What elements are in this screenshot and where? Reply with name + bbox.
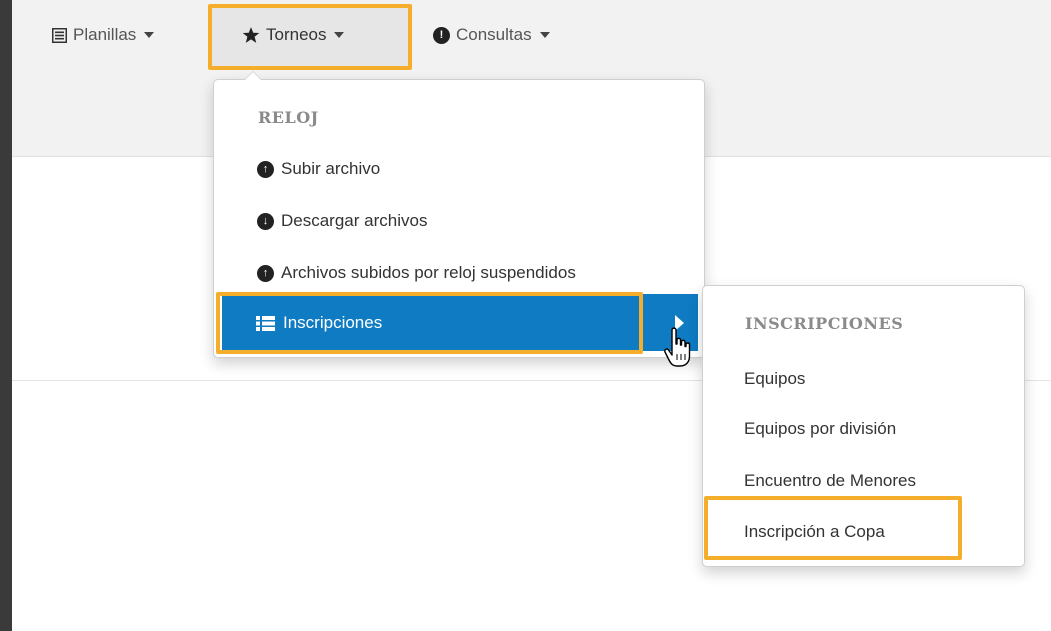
download-circle-icon: ↓ [257, 212, 274, 230]
menu-item-label: Subir archivo [281, 159, 381, 178]
menu-item-subir-archivo[interactable]: ↑ Subir archivo [257, 154, 380, 184]
dropdown-section-header: RELOJ [258, 108, 319, 127]
star-icon [242, 27, 260, 43]
submenu-item-encuentro-de-menores[interactable]: Encuentro de Menores [744, 466, 916, 496]
torneos-dropdown-menu: RELOJ ↑ Subir archivo ↓ Descargar archiv… [213, 71, 705, 358]
submenu-item-equipos[interactable]: Equipos [744, 364, 805, 394]
nav-consultas[interactable]: ! Consultas [433, 20, 550, 50]
nav-torneos-label: Torneos [266, 25, 327, 44]
submenu-item-inscripcion-a-copa[interactable]: Inscripción a Copa [744, 517, 885, 547]
nav-consultas-label: Consultas [456, 25, 532, 44]
chevron-down-icon [539, 32, 550, 38]
upload-circle-icon: ↑ [257, 160, 274, 178]
chevron-right-icon [675, 315, 684, 331]
menu-item-descargar-archivos[interactable]: ↓ Descargar archivos [257, 206, 427, 236]
menu-item-label: Descargar archivos [281, 211, 428, 230]
nav-torneos[interactable]: Torneos [242, 20, 345, 50]
nav-planillas-label: Planillas [73, 25, 137, 44]
menu-item-inscripciones[interactable]: Inscripciones [222, 294, 698, 351]
list-icon [256, 315, 275, 331]
exclamation-circle-icon: ! [433, 26, 450, 44]
nav-planillas[interactable]: Planillas [52, 20, 155, 50]
menu-item-label: Inscripciones [283, 313, 383, 332]
menu-item-archivos-suspendidos[interactable]: ↑ Archivos subidos por reloj suspendidos [257, 258, 576, 288]
upload-circle-icon: ↑ [257, 264, 274, 282]
chevron-down-icon [334, 32, 345, 38]
menu-item-label: Archivos subidos por reloj suspendidos [281, 263, 576, 282]
chevron-down-icon [144, 32, 155, 38]
submenu-item-equipos-por-division[interactable]: Equipos por división [744, 414, 896, 444]
list-box-icon [52, 27, 67, 43]
page: Planillas Torneos ! Consultas RELOJ ↑ Su… [12, 0, 1051, 631]
inscripciones-submenu: INSCRIPCIONES Equipos Equipos por divisi… [702, 285, 1025, 567]
submenu-section-header: INSCRIPCIONES [745, 314, 904, 333]
